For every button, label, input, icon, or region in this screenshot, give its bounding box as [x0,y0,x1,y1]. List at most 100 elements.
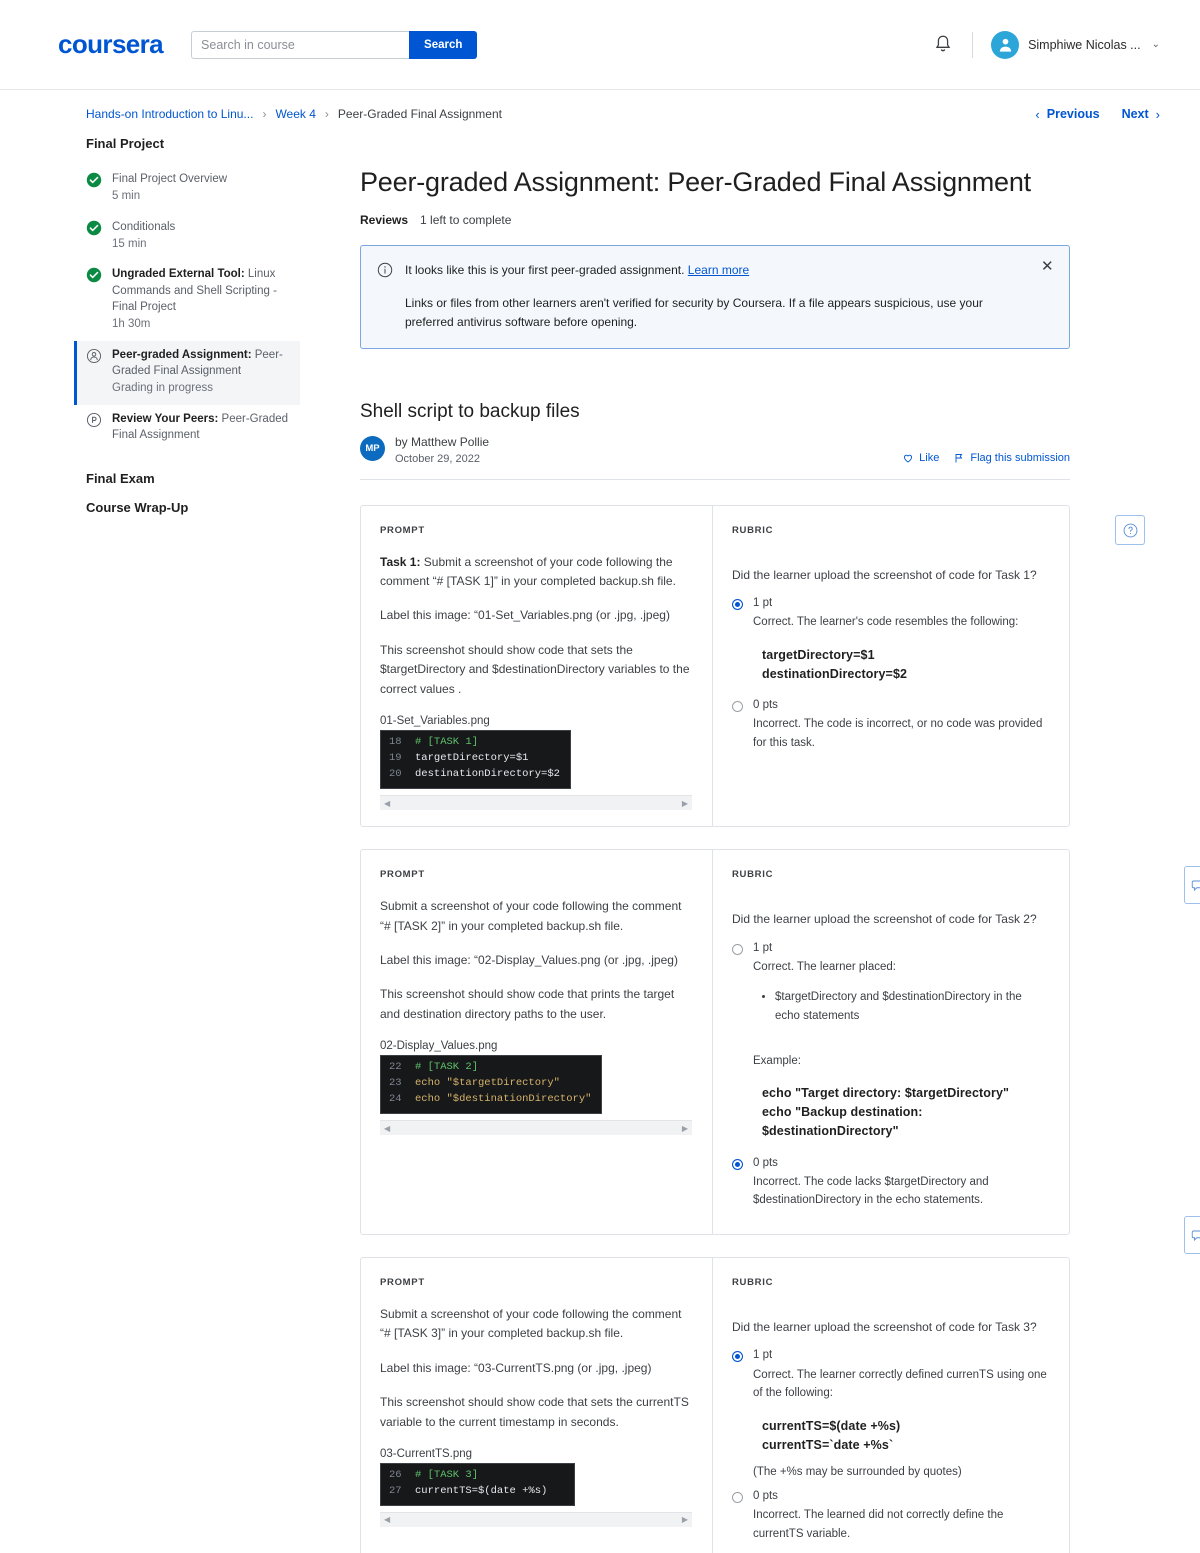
code-line: 26 # [TASK 3] [381,1468,574,1484]
rubric-column: RUBRIC Did the learner upload the screen… [713,850,1069,1234]
sidebar-item-review-your-peers[interactable]: Review Your Peers: Peer-Graded Final Ass… [86,405,300,452]
banner-body: It looks like this is your first peer-gr… [405,261,1053,331]
heart-icon [904,454,913,463]
rubric-option[interactable]: 0 pts Incorrect. The code is incorrect, … [732,697,1047,752]
search-button[interactable]: Search [409,30,478,59]
task-card: PROMPT Task 1: Submit a screenshot of yo… [360,504,1070,828]
sidebar-item-peer-graded-assignment[interactable]: Peer-graded Assignment: Peer-Graded Fina… [74,340,300,405]
radio-button[interactable] [732,943,743,955]
prompt-column: PROMPT Submit a screenshot of your code … [361,1257,713,1553]
rubric-code-line: echo "Backup destination: $destinationDi… [762,1105,923,1138]
rubric-code-example: targetDirectory=$1 destinationDirectory=… [762,646,1047,684]
rubric-option[interactable]: 1 pt Correct. The learner placed: $targe… [732,940,1047,1151]
horizontal-scrollbar[interactable]: ◀ ▶ [380,795,692,811]
rubric-description: Incorrect. The learned did not correctly… [753,1509,1004,1540]
sidebar-item-duration: 1h 30m [112,318,151,331]
prompt-lead-text: Submit a screenshot of your code followi… [380,554,676,589]
breadcrumb-item-week[interactable]: Week 4 [275,107,315,121]
rubric-points: 1 pt [753,941,773,954]
prompt-description: This screenshot should show code that pr… [380,987,675,1021]
rubric-points: 1 pt [753,1349,773,1362]
info-icon [377,262,393,278]
rubric-option[interactable]: 1 pt Correct. The learner's code resembl… [732,595,1047,693]
code-text: destinationDirectory=$2 [415,768,560,781]
scroll-left-arrow[interactable]: ◀ [384,1515,390,1524]
user-menu[interactable]: Simphiwe Nicolas ... ⌄ [991,30,1160,59]
rubric-option[interactable]: 1 pt Correct. The learner correctly defi… [732,1347,1047,1484]
scroll-left-arrow[interactable]: ◀ [384,799,390,808]
rubric-option[interactable]: 0 pts Incorrect. The learned did not cor… [732,1488,1047,1543]
check-circle-icon [86,172,102,188]
code-line: 23 echo "$targetDirectory" [381,1076,601,1092]
rubric-description: Incorrect. The code is incorrect, or no … [753,718,1043,750]
rubric-label: RUBRIC [732,1276,774,1288]
check-circle-icon [86,220,102,236]
radio-button[interactable] [732,599,743,611]
coursera-logo[interactable]: coursera [58,29,164,60]
rubric-bullet-list: $targetDirectory and $destinationDirecto… [775,988,1047,1025]
radio-button[interactable] [732,1158,743,1170]
scroll-right-arrow[interactable]: ▶ [682,1124,688,1133]
task-card: PROMPT Submit a screenshot of your code … [360,849,1070,1235]
like-label: Like [919,451,940,464]
scroll-right-arrow[interactable]: ▶ [682,1515,688,1524]
horizontal-scrollbar[interactable]: ◀ ▶ [380,1120,692,1136]
task-number: Task 1: [380,554,421,569]
breadcrumb-separator-2: › [324,107,329,121]
submission-actions: Like Flag this submission [902,452,1070,465]
radio-button[interactable] [732,1492,743,1504]
horizontal-scrollbar[interactable]: ◀ ▶ [380,1511,692,1527]
like-button[interactable]: Like [902,452,939,464]
submission-author-block: by Matthew Pollie October 29, 2022 [395,435,489,465]
rubric-points: 0 pts [753,1490,778,1503]
sidebar-item-conditionals[interactable]: Conditionals 15 min [86,213,300,261]
rubric-option-body: 0 pts Incorrect. The code is incorrect, … [753,697,1047,752]
rubric-bullet-item: $targetDirectory and $destinationDirecto… [775,988,1047,1025]
rubric-option[interactable]: 0 pts Incorrect. The code lacks $targetD… [732,1155,1047,1210]
sidebar-item-final-project-overview[interactable]: Final Project Overview 5 min [86,165,300,213]
line-number: 20 [389,768,402,781]
rubric-description: Correct. The learner correctly defined c… [753,1368,1047,1400]
feedback-button-2[interactable] [1184,1216,1200,1254]
next-button[interactable]: Next › [1122,107,1160,122]
help-button[interactable] [1115,515,1145,545]
chevron-down-icon[interactable]: ⌄ [1152,39,1160,50]
sidebar-item-content: Conditionals 15 min [112,219,175,253]
breadcrumb-item-course[interactable]: Hands-on Introduction to Linu... [86,107,253,121]
rubric-example-label: Example: [753,1054,801,1067]
search-input[interactable] [191,30,410,59]
sidebar-item-label: Conditionals [112,220,176,233]
sidebar-heading-course-wrap-up[interactable]: Course Wrap-Up [86,500,300,515]
previous-button[interactable]: ‹ Previous [1035,107,1099,122]
bell-icon[interactable] [932,33,954,57]
sidebar-heading-final-project: Final Project [86,136,165,151]
user-avatar-icon [991,30,1020,59]
flag-button[interactable]: Flag this submission [953,452,1070,464]
radio-button[interactable] [732,701,743,713]
radio-button[interactable] [732,1351,743,1363]
rubric-description: Correct. The learner placed: [753,960,896,973]
scroll-right-arrow[interactable]: ▶ [682,799,688,808]
learn-more-link[interactable]: Learn more [688,263,749,277]
prompt-label: PROMPT [380,1276,425,1288]
rubric-question: Did the learner upload the screenshot of… [732,567,1037,582]
rubric-code-line: destinationDirectory=$2 [762,666,908,681]
rubric-option-body: 0 pts Incorrect. The code lacks $targetD… [753,1155,1047,1210]
rubric-code-line: echo "Target directory: $targetDirectory… [762,1086,1010,1101]
code-text: targetDirectory=$1 [415,752,529,765]
rubric-points: 0 pts [753,1156,778,1169]
page-layout: Final Project Final Project Overview 5 m… [0,130,1200,1553]
sidebar-heading-final-exam[interactable]: Final Exam [86,471,300,486]
banner-line-1: It looks like this is your first peer-gr… [405,261,1053,279]
sidebar-item-duration: 15 min [112,237,147,250]
code-line: 18 # [TASK 1] [381,735,570,751]
code-text: echo "$targetDirectory" [415,1077,560,1090]
divider [972,31,974,58]
rubric-question: Did the learner upload the screenshot of… [732,912,1037,927]
rubric-code-line: targetDirectory=$1 [762,647,875,662]
scroll-left-arrow[interactable]: ◀ [384,1124,390,1133]
sidebar-item-ungraded-external-tool[interactable]: Ungraded External Tool: Linux Commands a… [86,260,300,340]
feedback-button[interactable] [1184,866,1200,904]
close-icon[interactable]: ✕ [1041,259,1056,274]
line-number: 27 [389,1484,402,1497]
